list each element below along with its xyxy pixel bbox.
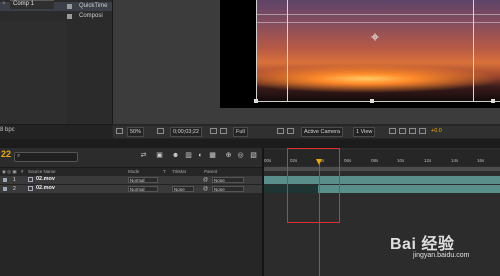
- ruler-tick: 10s: [397, 158, 405, 163]
- search-icon: ⌕: [17, 153, 21, 159]
- safe-guide-line: [257, 22, 500, 23]
- timeline-icon[interactable]: [409, 128, 416, 134]
- footage-icon: [28, 186, 33, 191]
- pixel-aspect-icon[interactable]: [389, 128, 396, 134]
- flowchart-icon[interactable]: [419, 128, 426, 134]
- motion-blur-icon[interactable]: ◐: [196, 152, 205, 160]
- ruler-tick: 12s: [424, 158, 432, 163]
- transparency-grid-icon[interactable]: [287, 128, 294, 134]
- project-item-label: Composi: [79, 13, 103, 19]
- mode-header[interactable]: Mode: [128, 169, 139, 174]
- watermark-logo: Bai 经验: [390, 236, 455, 253]
- av-features-icon: ◉ ◎ ▣: [2, 169, 17, 174]
- footage-icon: [67, 4, 72, 9]
- timecode-field[interactable]: 0;00;03;22: [170, 127, 202, 137]
- layer-name[interactable]: 02.mov: [36, 176, 55, 182]
- grid-icon[interactable]: [116, 128, 123, 134]
- project-item-label: QuickTime: [79, 3, 108, 9]
- region-of-interest-icon[interactable]: [277, 128, 284, 134]
- composition-icon: [67, 14, 72, 19]
- column-header: ◉ ◎ ▣ # Source Name Mode T TrkMat Parent: [0, 167, 262, 176]
- tab-label: Comp 1: [13, 1, 35, 7]
- footage-icon: [28, 177, 33, 182]
- composition-mini-flowchart-icon[interactable]: ⇄: [139, 152, 148, 160]
- pick-whip-icon[interactable]: @: [203, 186, 208, 192]
- layer-number: 2: [13, 186, 16, 192]
- blend-mode-dropdown[interactable]: Normal: [128, 186, 158, 192]
- bit-depth-button[interactable]: 8 bpc: [0, 127, 15, 133]
- layer-row[interactable]: 1 02.mov Normal @ None: [0, 176, 262, 185]
- project-footer: [0, 124, 112, 139]
- safe-guide-line: [473, 0, 474, 101]
- visibility-icon[interactable]: [3, 187, 7, 191]
- ruler-tick: 16s: [477, 158, 485, 163]
- channel-icon[interactable]: [220, 128, 227, 134]
- ruler-tick: 08s: [371, 158, 379, 163]
- camera-view-dropdown[interactable]: Active Camera: [301, 127, 344, 137]
- visibility-icon[interactable]: [3, 178, 7, 182]
- layer-number: 1: [13, 177, 16, 183]
- graph-editor-icon[interactable]: ◎: [236, 152, 245, 160]
- layer-name[interactable]: 02.mov: [36, 185, 55, 191]
- snapshot-icon[interactable]: [157, 128, 164, 134]
- exposure-value[interactable]: +0.0: [431, 127, 442, 135]
- layer-handle[interactable]: [491, 99, 495, 103]
- source-name-header[interactable]: Source Name: [28, 169, 56, 174]
- auto-keyframe-icon[interactable]: ⊕: [224, 152, 233, 160]
- timeline-tab-bar: [0, 139, 500, 148]
- graph-icon[interactable]: ▧: [249, 152, 258, 160]
- t-header[interactable]: T: [163, 169, 166, 174]
- project-item[interactable]: Composi: [0, 12, 112, 21]
- parent-dropdown[interactable]: None: [212, 177, 244, 183]
- ruler-tick: 00s: [264, 158, 272, 163]
- project-panel-strip: [0, 21, 66, 124]
- layer-handle[interactable]: [370, 99, 374, 103]
- layer-duration-bar[interactable]: [318, 185, 500, 193]
- ruler-tick: 14s: [451, 158, 459, 163]
- trkmat-header[interactable]: TrkMat: [172, 169, 186, 174]
- hide-shy-layers-icon[interactable]: ☻: [171, 152, 180, 160]
- trkmat-dropdown[interactable]: None: [172, 186, 194, 192]
- parent-header[interactable]: Parent: [204, 169, 217, 174]
- frame-blending-icon[interactable]: ▥: [184, 152, 193, 160]
- brainstorm-icon[interactable]: ▦: [208, 152, 217, 160]
- safe-guide-line: [257, 14, 500, 15]
- highlight-annotation: [287, 148, 340, 223]
- layer-list-empty-area: [0, 193, 262, 276]
- zoom-dropdown[interactable]: 50%: [127, 127, 145, 137]
- search-input[interactable]: [14, 152, 78, 162]
- fast-preview-icon[interactable]: [399, 128, 406, 134]
- ruler-tick: 06s: [344, 158, 352, 163]
- draft-3d-icon[interactable]: ▣: [155, 152, 164, 160]
- blend-mode-dropdown[interactable]: Normal: [128, 177, 158, 183]
- anchor-point-icon[interactable]: [371, 28, 379, 41]
- sunset-footage-image[interactable]: [256, 0, 500, 102]
- layer-handle[interactable]: [254, 99, 258, 103]
- parent-dropdown[interactable]: None: [212, 186, 244, 192]
- resolution-dropdown[interactable]: Full: [233, 127, 248, 137]
- camera-icon[interactable]: [210, 128, 217, 134]
- close-icon[interactable]: ×: [2, 1, 6, 7]
- view-layout-dropdown[interactable]: 1 View: [353, 127, 376, 137]
- current-time-display[interactable]: 22: [1, 149, 11, 159]
- safe-guide-line: [287, 0, 288, 101]
- label-column-icon: #: [21, 169, 24, 174]
- viewer-toolbar: 50% 0;00;03;22 Full Active Camera 1 View…: [113, 126, 500, 138]
- pick-whip-icon[interactable]: @: [203, 177, 208, 183]
- watermark-url: jingyan.baidu.com: [413, 252, 470, 259]
